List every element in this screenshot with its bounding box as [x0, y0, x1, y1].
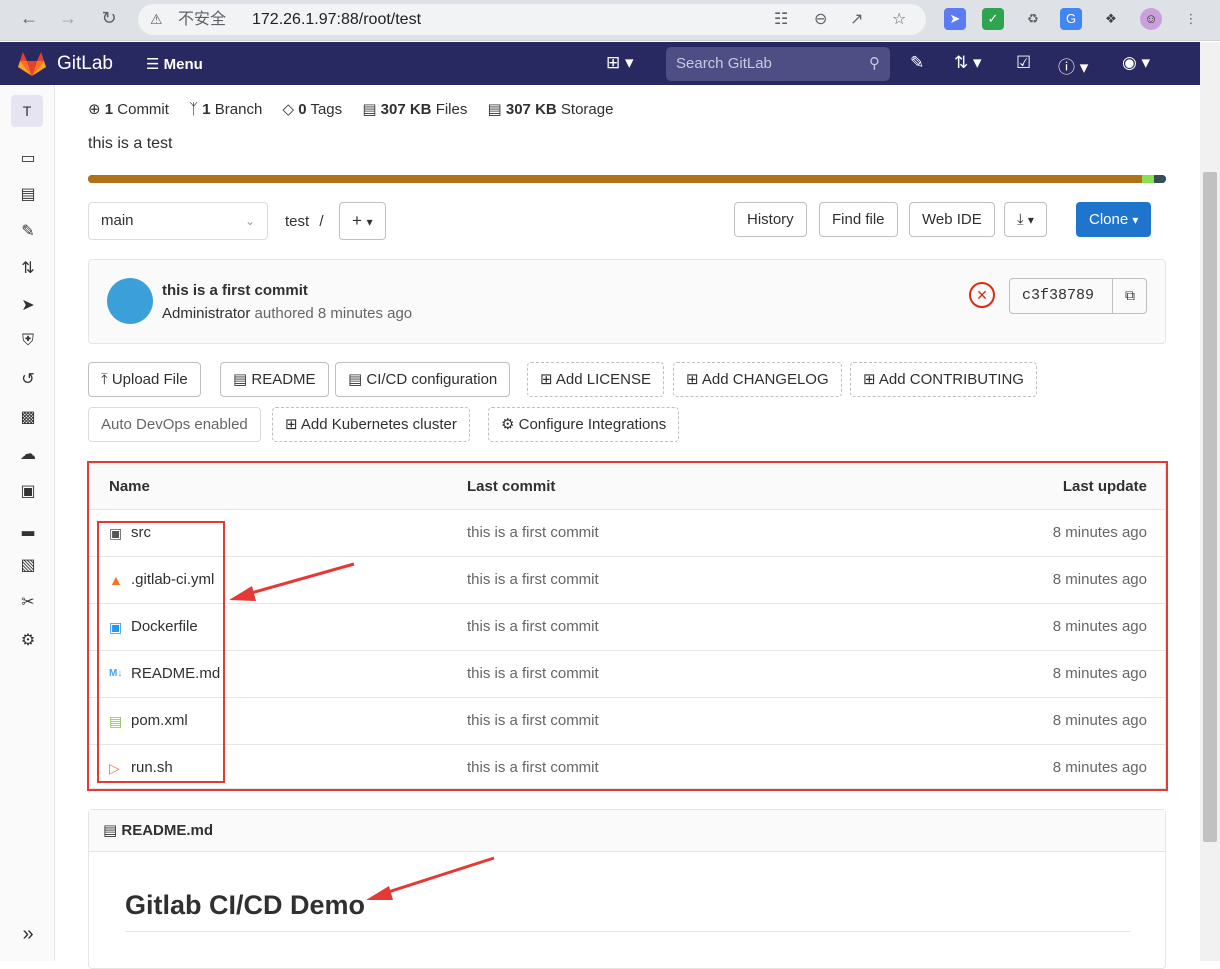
arrowhead	[229, 586, 256, 601]
annotation-arrows	[229, 562, 495, 900]
annotation-arrow-readme	[381, 856, 495, 896]
annotation-arrow-files	[243, 562, 355, 597]
scrollbar-thumb[interactable]	[1203, 172, 1217, 842]
arrowhead	[366, 886, 393, 900]
